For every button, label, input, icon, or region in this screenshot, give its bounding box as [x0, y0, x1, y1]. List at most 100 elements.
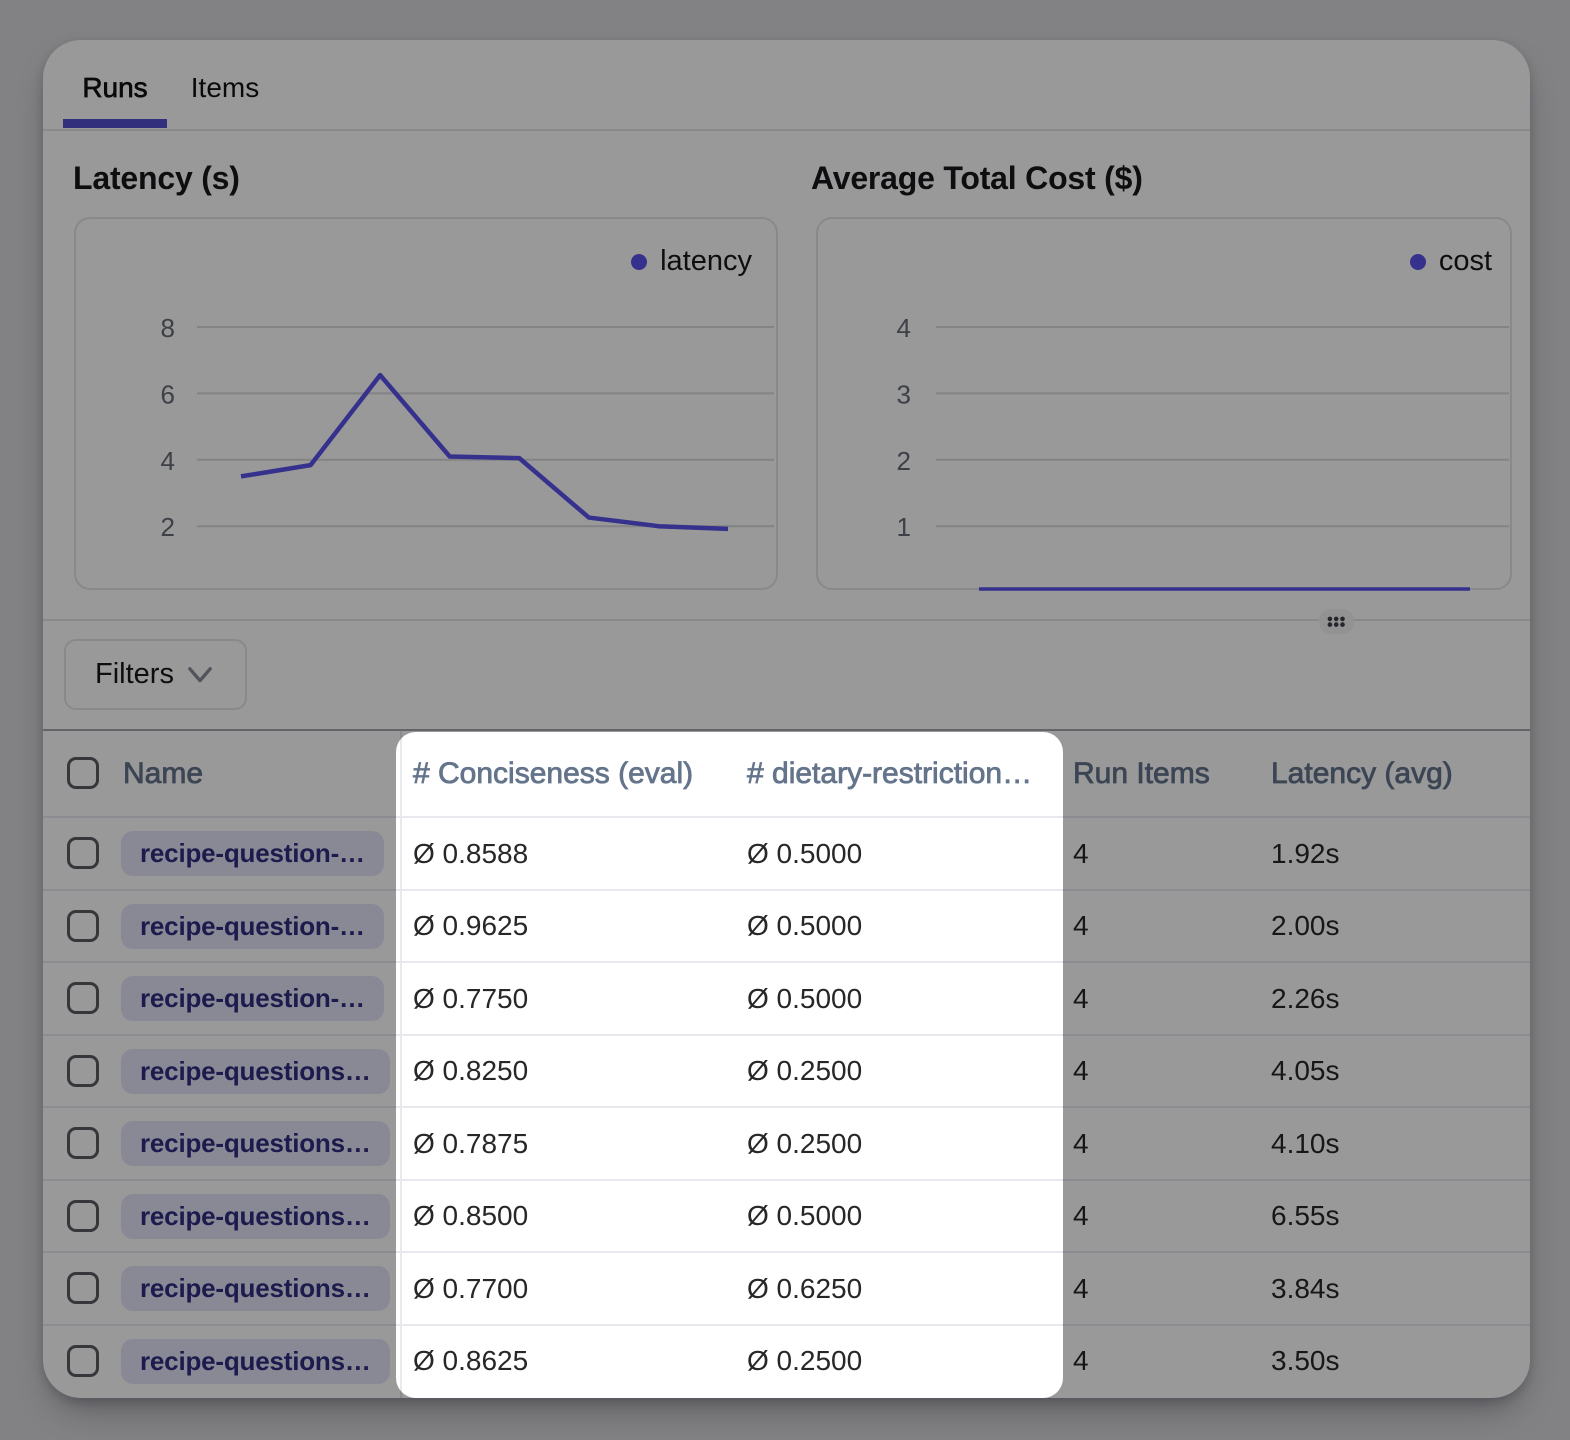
run-items-cell: 4 — [1073, 1036, 1089, 1107]
latency-cell: 3.50s — [1271, 1326, 1340, 1397]
table-row: recipe-questions… Ø 0.8500 Ø 0.5000 4 6.55s — [43, 1179, 1530, 1252]
y-tick-label: 1 — [897, 512, 911, 542]
run-items-cell: 4 — [1073, 891, 1089, 962]
run-name-badge[interactable]: recipe-questions… — [121, 1194, 390, 1239]
column-header-dietary[interactable]: # dietary-restriction… — [747, 731, 1032, 816]
latency-cell: 4.05s — [1271, 1036, 1340, 1107]
run-name-cell: recipe-question-… — [121, 963, 384, 1034]
dietary-score-cell: Ø 0.2500 — [747, 1108, 862, 1179]
cost-chart-title: Average Total Cost ($) — [811, 160, 1143, 197]
active-tab-underline — [63, 119, 167, 128]
conciseness-score-cell: Ø 0.8588 — [413, 818, 528, 889]
resize-handle[interactable] — [1319, 609, 1354, 634]
page: Runs Items Latency (s) Average Total Cos… — [0, 0, 1570, 1440]
run-name-cell: recipe-questions… — [121, 1036, 390, 1107]
conciseness-score-cell: Ø 0.7875 — [413, 1108, 528, 1179]
conciseness-score-cell: Ø 0.9625 — [413, 891, 528, 962]
y-tick-label: 6 — [161, 379, 175, 409]
latency-legend-dot — [631, 254, 647, 270]
run-items-cell: 4 — [1073, 963, 1089, 1034]
run-name-cell: recipe-questions… — [121, 1181, 390, 1252]
dietary-score-cell: Ø 0.5000 — [747, 1181, 862, 1252]
conciseness-score-cell: Ø 0.7700 — [413, 1253, 528, 1324]
run-items-cell: 4 — [1073, 1181, 1089, 1252]
latency-cell: 6.55s — [1271, 1181, 1340, 1252]
latency-legend: latency — [631, 245, 752, 278]
run-name-cell: recipe-questions… — [121, 1326, 390, 1397]
latency-cell: 4.10s — [1271, 1108, 1340, 1179]
y-tick-label: 4 — [897, 313, 911, 343]
table-row: recipe-question-… Ø 0.7750 Ø 0.5000 4 2.26s — [43, 961, 1530, 1034]
table-row: recipe-questions… Ø 0.7700 Ø 0.6250 4 3.84s — [43, 1251, 1530, 1324]
run-name-badge[interactable]: recipe-questions… — [121, 1121, 390, 1166]
table-row: recipe-questions… Ø 0.8250 Ø 0.2500 4 4.05s — [43, 1034, 1530, 1107]
conciseness-score-cell: Ø 0.7750 — [413, 963, 528, 1034]
conciseness-score-cell: Ø 0.8625 — [413, 1326, 528, 1397]
dietary-score-cell: Ø 0.2500 — [747, 1036, 862, 1107]
dietary-score-cell: Ø 0.5000 — [747, 963, 862, 1034]
run-name-badge[interactable]: recipe-questions… — [121, 1266, 390, 1311]
run-name-badge[interactable]: recipe-question-… — [121, 831, 384, 876]
row-checkbox[interactable] — [67, 1272, 99, 1304]
conciseness-score-cell: Ø 0.8500 — [413, 1181, 528, 1252]
row-checkbox[interactable] — [67, 910, 99, 942]
select-all-checkbox[interactable] — [67, 757, 99, 789]
run-name-cell: recipe-question-… — [121, 891, 384, 962]
run-name-badge[interactable]: recipe-questions… — [121, 1339, 390, 1384]
y-tick-label: 8 — [161, 313, 175, 343]
run-name-badge[interactable]: recipe-question-… — [121, 904, 384, 949]
dietary-score-cell: Ø 0.6250 — [747, 1253, 862, 1324]
table-row: recipe-questions… Ø 0.8625 Ø 0.2500 4 3.50s — [43, 1324, 1530, 1397]
grip-dots-icon — [1324, 615, 1349, 629]
row-checkbox[interactable] — [67, 1055, 99, 1087]
run-name-cell: recipe-question-… — [121, 818, 384, 889]
series-line — [241, 375, 728, 529]
column-header-name[interactable]: Name — [123, 731, 203, 816]
dietary-score-cell: Ø 0.2500 — [747, 1326, 862, 1397]
dietary-score-cell: Ø 0.5000 — [747, 891, 862, 962]
y-tick-label: 2 — [897, 446, 911, 476]
table-row: recipe-question-… Ø 0.8588 Ø 0.5000 4 1.92s — [43, 816, 1530, 889]
column-header-conciseness[interactable]: # Conciseness (eval) — [413, 731, 693, 816]
app-card: Runs Items Latency (s) Average Total Cos… — [43, 40, 1530, 1398]
run-name-cell: recipe-questions… — [121, 1253, 390, 1324]
cost-legend-dot — [1410, 254, 1426, 270]
column-header-run-items[interactable]: Run Items — [1073, 731, 1210, 816]
charts-table-divider — [43, 619, 1530, 621]
table-row: recipe-questions… Ø 0.7875 Ø 0.2500 4 4.10s — [43, 1106, 1530, 1179]
latency-cell: 3.84s — [1271, 1253, 1340, 1324]
latency-chart-title: Latency (s) — [73, 160, 240, 197]
y-tick-label: 4 — [161, 446, 175, 476]
conciseness-score-cell: Ø 0.8250 — [413, 1036, 528, 1107]
run-items-cell: 4 — [1073, 818, 1089, 889]
run-name-badge[interactable]: recipe-question-… — [121, 976, 384, 1021]
run-items-cell: 4 — [1073, 1108, 1089, 1179]
tab-items[interactable]: Items — [167, 40, 283, 136]
column-header-latency[interactable]: Latency (avg) — [1271, 731, 1453, 816]
y-tick-label: 3 — [897, 379, 911, 409]
dietary-score-cell: Ø 0.5000 — [747, 818, 862, 889]
run-name-cell: recipe-questions… — [121, 1108, 390, 1179]
y-tick-label: 2 — [161, 512, 175, 542]
filters-button[interactable]: Filters — [64, 639, 247, 710]
table-header-row: Name # Conciseness (eval) # dietary-rest… — [43, 731, 1530, 816]
run-items-cell: 4 — [1073, 1326, 1089, 1397]
latency-cell: 2.26s — [1271, 963, 1340, 1034]
row-checkbox[interactable] — [67, 1345, 99, 1377]
tabs-divider — [43, 129, 1530, 131]
latency-legend-label: latency — [660, 245, 752, 278]
row-checkbox[interactable] — [67, 1200, 99, 1232]
latency-cell: 2.00s — [1271, 891, 1340, 962]
cost-legend: cost — [1410, 245, 1492, 278]
cost-chart: 4 3 2 1 cost — [816, 217, 1512, 590]
row-checkbox[interactable] — [67, 982, 99, 1014]
row-checkbox[interactable] — [67, 837, 99, 869]
cost-legend-label: cost — [1439, 245, 1492, 278]
run-name-badge[interactable]: recipe-questions… — [121, 1049, 390, 1094]
run-items-cell: 4 — [1073, 1253, 1089, 1324]
row-checkbox[interactable] — [67, 1127, 99, 1159]
table-row: recipe-question-… Ø 0.9625 Ø 0.5000 4 2.00s — [43, 889, 1530, 962]
latency-cell: 1.92s — [1271, 818, 1340, 889]
tabs-bar: Runs Items — [43, 40, 1530, 129]
latency-chart: 8 6 4 2 latency — [74, 217, 778, 590]
